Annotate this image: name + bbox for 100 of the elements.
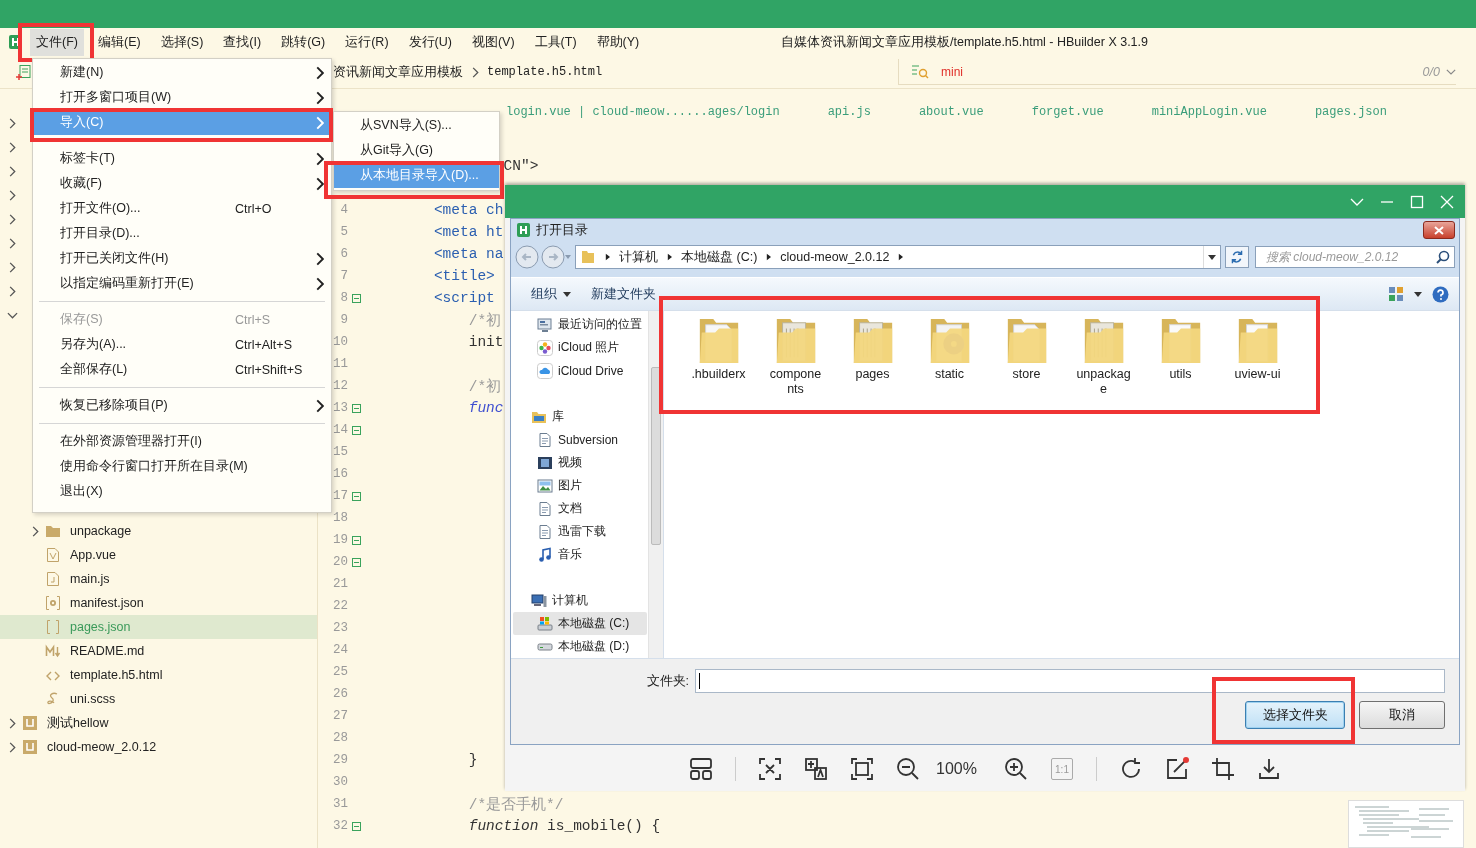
code-line: function is_mobile() { — [467, 818, 661, 834]
tree-item-label[interactable]: manifest.json — [70, 596, 144, 610]
tree-item-label[interactable]: template.h5.html — [70, 668, 163, 682]
zoom-level: 100% — [936, 760, 978, 778]
folder-name[interactable]: unpackage — [1074, 367, 1133, 397]
code-line: /*初 — [467, 311, 502, 330]
path-segment[interactable]: 计算机 — [619, 248, 658, 266]
line-number: 4 — [339, 203, 348, 217]
line-number: 11 — [333, 357, 348, 371]
nav-item[interactable]: 视频 — [513, 451, 647, 474]
folder-name[interactable]: static — [920, 367, 979, 382]
cancel-button[interactable]: 取消 — [1359, 701, 1445, 729]
menu-item[interactable]: 工具(T) — [528, 28, 583, 56]
menu-item[interactable]: 全部保存(L) Ctrl+Shift+S — [33, 357, 331, 382]
line-number: 13 — [333, 401, 348, 415]
select-folder-button[interactable]: 选择文件夹 — [1245, 701, 1345, 729]
menu-item[interactable]: 另存为(A)... Ctrl+Alt+S — [33, 332, 331, 357]
code-line: /*初 — [467, 377, 502, 396]
code-line: /*是否手机*/ — [467, 795, 564, 814]
menu-item[interactable]: 在外部资源管理器打开(I) — [33, 429, 331, 454]
tree-item-label[interactable]: cloud-meow_2.0.12 — [47, 740, 157, 754]
path-segment[interactable]: 本地磁盘 (C:) — [681, 248, 758, 266]
line-number: 32 — [333, 819, 348, 833]
menu-item[interactable]: 使用命令行窗口打开所在目录(M) — [33, 454, 331, 479]
menu-item[interactable]: 打开已关闭文件(H) — [33, 246, 331, 271]
nav-item[interactable]: 最近访问的位置 — [513, 313, 647, 336]
line-number: 17 — [333, 489, 348, 503]
menu-item[interactable]: 视图(V) — [465, 28, 521, 56]
code-line: <script — [432, 290, 495, 306]
menu-item[interactable]: 选择(S) — [154, 28, 210, 56]
menu-item[interactable]: 新建(N) — [33, 60, 331, 85]
menu-item[interactable]: 打开多窗口项目(W) — [33, 85, 331, 110]
nav-item[interactable]: 计算机 — [513, 589, 647, 612]
line-number: 14 — [333, 423, 348, 437]
tree-item-label[interactable]: README.md — [70, 644, 145, 658]
path-segment[interactable]: cloud-meow_2.0.12 — [780, 250, 890, 264]
menu-item[interactable]: 跳转(G) — [275, 28, 332, 56]
line-number: 8 — [339, 291, 348, 305]
line-number: 22 — [333, 599, 348, 613]
nav-item[interactable]: 库 — [513, 405, 647, 428]
tree-item-label[interactable]: unpackage — [70, 524, 132, 538]
menu-item[interactable]: 发行(U) — [402, 28, 458, 56]
menu-item[interactable]: 运行(R) — [339, 28, 395, 56]
tree-item-label[interactable]: App.vue — [70, 548, 116, 562]
menu-item[interactable]: 标签卡(T) — [33, 146, 331, 171]
breadcrumb-item[interactable]: 资讯新闻文章应用模板 — [333, 63, 463, 81]
nav-item[interactable]: 迅雷下载 — [513, 520, 647, 543]
menu-item[interactable]: 查找(I) — [217, 28, 268, 56]
folder-name[interactable]: .hbuilderx — [689, 367, 748, 382]
menu-item[interactable]: 恢复已移除项目(P) — [33, 393, 331, 418]
tree-item-label[interactable]: main.js — [70, 572, 110, 586]
nav-item[interactable]: 图片 — [513, 474, 647, 497]
menu-item[interactable]: 文件(F) — [30, 28, 84, 56]
line-number: 19 — [333, 533, 348, 547]
folder-name[interactable]: store — [997, 367, 1056, 382]
address-bar[interactable]: 计算机 本地磁盘 (C:) cloud-meow_2.0.12 — [575, 245, 1221, 269]
folder-name[interactable]: pages — [843, 367, 902, 382]
menu-item[interactable]: 从SVN导入(S)... — [334, 113, 499, 138]
menu-item[interactable]: 收藏(F) — [33, 171, 331, 196]
nav-item[interactable]: iCloud 照片 — [513, 336, 647, 359]
line-number: 27 — [333, 709, 348, 723]
nav-item[interactable]: iCloud Drive — [513, 359, 647, 382]
folder-name[interactable]: utils — [1151, 367, 1210, 382]
code-line: func — [467, 400, 504, 416]
tree-item-label[interactable]: 测试hellow — [47, 714, 109, 732]
line-number: 16 — [333, 467, 348, 481]
line-number: 23 — [333, 621, 348, 635]
toolbar-button[interactable]: 新建文件夹 — [587, 282, 660, 306]
code-line: } — [467, 752, 478, 768]
menu-item[interactable]: 打开目录(D)... — [33, 221, 331, 246]
line-number: 12 — [333, 379, 348, 393]
search-field[interactable]: mini 0/0 — [898, 59, 1456, 85]
code-line: CN"> — [502, 158, 539, 174]
breadcrumb-item[interactable]: template.h5.html — [487, 65, 603, 79]
nav-item[interactable]: 音乐 — [513, 543, 647, 566]
window-title: 自媒体资讯新闻文章应用模板/template.h5.html - HBuilder X 3.1.9 — [781, 33, 1148, 51]
line-number: 24 — [333, 643, 348, 657]
line-number: 21 — [333, 577, 348, 591]
code-line: <meta ch — [432, 202, 504, 218]
menu-item[interactable]: 从Git导入(G) — [334, 138, 499, 163]
nav-item[interactable]: Subversion — [513, 428, 647, 451]
nav-item[interactable]: 文档 — [513, 497, 647, 520]
line-number: 31 — [333, 797, 348, 811]
folder-name[interactable]: components — [766, 367, 825, 397]
dialog-title: 打开目录 — [536, 221, 588, 239]
toolbar-button[interactable]: 组织 — [527, 282, 575, 306]
nav-item[interactable]: 本地磁盘 (C:) — [513, 612, 647, 635]
search-field[interactable]: 搜索 cloud-meow_2.0.12 — [1255, 246, 1455, 268]
line-number: 6 — [339, 247, 348, 261]
menu-item[interactable]: 编辑(E) — [91, 28, 147, 56]
menu-item[interactable]: 退出(X) — [33, 479, 331, 504]
nav-item[interactable]: 本地磁盘 (D:) — [513, 635, 647, 658]
code-line: <meta na — [432, 246, 504, 262]
menu-item[interactable]: 以指定编码重新打开(E) — [33, 271, 331, 296]
folder-name[interactable]: uview-ui — [1228, 367, 1287, 382]
menu-item[interactable]: 打开文件(O)... Ctrl+O — [33, 196, 331, 221]
line-number: 18 — [333, 511, 348, 525]
menu-item[interactable]: 帮助(Y) — [590, 28, 646, 56]
tree-item-label[interactable]: uni.scss — [70, 692, 116, 706]
line-number: 28 — [333, 731, 348, 745]
